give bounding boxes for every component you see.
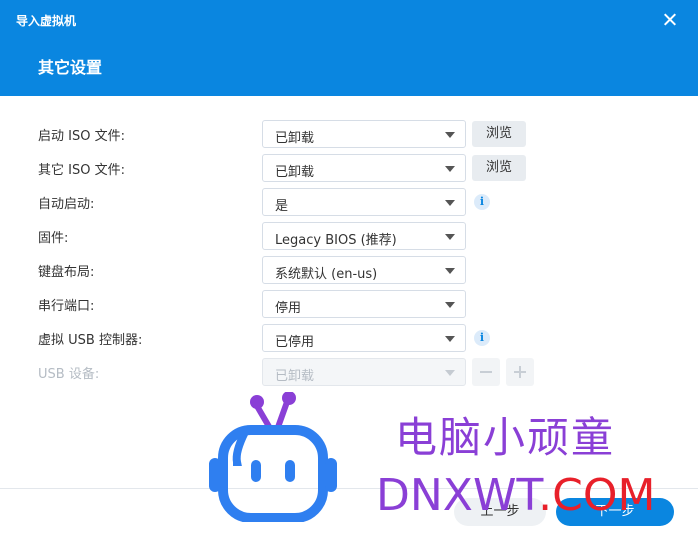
firmware-row: 固件: Legacy BIOS (推荐) — [0, 222, 698, 250]
chevron-down-icon — [445, 234, 455, 240]
chevron-down-icon — [445, 166, 455, 172]
autostart-value: 是 — [275, 199, 289, 214]
browse-other-iso-button[interactable]: 浏览 — [472, 155, 526, 181]
serial-port-value: 停用 — [275, 301, 302, 316]
plus-icon — [506, 358, 534, 386]
keyboard-layout-row: 键盘布局: 系统默认 (en-us) — [0, 256, 698, 284]
usb-controller-row: 虚拟 USB 控制器: 已停用 i — [0, 324, 698, 352]
dialog-header: 导入虚拟机 其它设置 — [0, 0, 698, 96]
watermark-domain-tld: .COM — [538, 470, 656, 521]
minus-icon — [472, 358, 500, 386]
usb-controller-value: 已停用 — [275, 335, 315, 350]
close-icon[interactable] — [660, 10, 680, 30]
firmware-select[interactable]: Legacy BIOS (推荐) — [262, 222, 466, 250]
chevron-down-icon — [445, 200, 455, 206]
chevron-down-icon — [445, 268, 455, 274]
serial-port-select[interactable]: 停用 — [262, 290, 466, 318]
other-iso-row: 其它 ISO 文件: 已卸载 浏览 — [0, 154, 698, 182]
watermark-domain-name: DNXWT — [376, 470, 539, 521]
serial-port-row: 串行端口: 停用 — [0, 290, 698, 318]
usb-device-row: USB 设备: 已卸载 — [0, 358, 698, 386]
boot-iso-value: 已卸载 — [275, 131, 315, 146]
chevron-down-icon — [445, 370, 455, 376]
chevron-down-icon — [445, 132, 455, 138]
chevron-down-icon — [445, 336, 455, 342]
usb-device-select: 已卸载 — [262, 358, 466, 386]
watermark-text-domain: DNXWT.COM — [376, 470, 655, 521]
page-title: 其它设置 — [38, 58, 103, 77]
browse-boot-iso-button[interactable]: 浏览 — [472, 121, 526, 147]
keyboard-layout-select[interactable]: 系统默认 (en-us) — [262, 256, 466, 284]
autostart-select[interactable]: 是 — [262, 188, 466, 216]
firmware-label: 固件: — [38, 231, 69, 246]
keyboard-layout-label: 键盘布局: — [38, 265, 95, 280]
serial-port-label: 串行端口: — [38, 299, 95, 314]
keyboard-layout-value: 系统默认 (en-us) — [275, 267, 378, 282]
robot-logo-icon — [209, 392, 337, 522]
window-title: 导入虚拟机 — [16, 14, 77, 28]
boot-iso-label: 启动 ISO 文件: — [38, 129, 125, 144]
usb-device-value: 已卸载 — [275, 369, 315, 384]
boot-iso-row: 启动 ISO 文件: 已卸载 浏览 — [0, 120, 698, 148]
other-iso-label: 其它 ISO 文件: — [38, 163, 125, 178]
autostart-row: 自动启动: 是 i — [0, 188, 698, 216]
autostart-label: 自动启动: — [38, 197, 95, 212]
usb-controller-select[interactable]: 已停用 — [262, 324, 466, 352]
watermark-text-chinese: 电脑小顽童 — [395, 413, 616, 462]
other-iso-select[interactable]: 已卸载 — [262, 154, 466, 182]
info-icon[interactable]: i — [474, 330, 490, 346]
info-icon[interactable]: i — [474, 194, 490, 210]
chevron-down-icon — [445, 302, 455, 308]
firmware-value: Legacy BIOS (推荐) — [275, 233, 397, 248]
usb-controller-label: 虚拟 USB 控制器: — [38, 333, 143, 348]
boot-iso-select[interactable]: 已卸载 — [262, 120, 466, 148]
usb-device-label: USB 设备: — [38, 367, 100, 382]
other-iso-value: 已卸载 — [275, 165, 315, 180]
